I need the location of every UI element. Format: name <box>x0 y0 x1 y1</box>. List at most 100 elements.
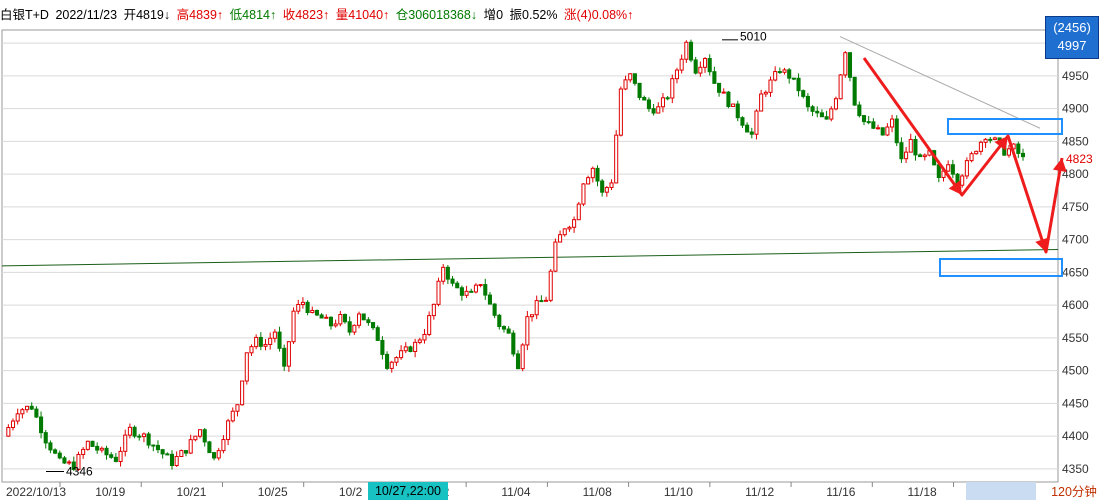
candle-body <box>244 352 249 382</box>
candle-body <box>899 142 904 160</box>
candle-body <box>183 450 189 454</box>
candle-body <box>843 52 848 76</box>
candle-body <box>511 332 516 355</box>
x-tick-label: 11/08 <box>583 485 612 499</box>
candle-body <box>908 138 913 153</box>
candle-body <box>263 343 268 347</box>
candle-body <box>880 127 885 136</box>
candle-body <box>525 316 530 346</box>
candle-body <box>137 435 142 438</box>
candle-body <box>277 331 282 349</box>
x-tick-label: 11/18 <box>908 485 937 499</box>
candle-body <box>324 316 329 319</box>
candle-body <box>717 82 722 93</box>
candle-body <box>146 433 151 446</box>
candle-body <box>455 282 460 289</box>
candle-body <box>34 408 39 418</box>
candle-body <box>53 449 58 454</box>
candle-body <box>960 175 965 186</box>
candle-body <box>586 177 591 185</box>
candle-body <box>562 228 567 236</box>
candle-body <box>974 150 979 155</box>
candle-body <box>399 350 404 359</box>
candle-body <box>721 91 726 94</box>
amplitude: 振0.52% <box>509 8 558 22</box>
candle-body <box>838 74 843 100</box>
price-badge-line2: 4997 <box>1057 38 1087 53</box>
candle-body <box>567 226 572 230</box>
candle-body <box>520 344 525 370</box>
candle-body <box>660 97 665 108</box>
x-tick-label: 10/19 <box>95 485 125 499</box>
price-badge-line1: (2456) <box>1053 20 1091 35</box>
quote-date: 2022/11/23 <box>55 8 118 22</box>
candle-body <box>871 121 876 129</box>
candle-body <box>544 299 549 302</box>
y-tick-label: 4350 <box>1062 462 1089 476</box>
y-tick-label: 4950 <box>1062 69 1089 83</box>
candle-body <box>576 203 581 221</box>
y-tick-label: 4450 <box>1062 396 1089 410</box>
candle-body <box>413 341 418 353</box>
candle-body <box>39 416 44 434</box>
y-tick-label: 4900 <box>1062 102 1089 116</box>
candle-body <box>487 294 492 305</box>
candle-body <box>216 450 221 459</box>
volume: 量41040↑ <box>335 8 390 22</box>
oi-change: 增0 <box>483 8 504 22</box>
candle-body <box>300 301 305 305</box>
candle-body <box>815 110 820 114</box>
x-tick-label: 2022/10/13 <box>6 485 66 499</box>
candle-body <box>268 337 273 345</box>
candle-body <box>132 426 137 437</box>
candle-body <box>141 433 146 438</box>
y-tick-label: 4400 <box>1062 429 1089 443</box>
high-price-label: 5010 <box>740 30 767 44</box>
candle-body <box>198 429 203 437</box>
last-date-highlight <box>966 482 1036 500</box>
candle-body <box>600 180 605 193</box>
candlestick-chart: 4350 4400 4450 4500 4550 4600 4650 4700 4750 4800… <box>1 29 1093 499</box>
candle-body <box>20 409 25 415</box>
candle-body <box>459 287 464 296</box>
y-tick-label: 4800 <box>1062 167 1089 181</box>
candle-body <box>366 319 371 324</box>
cursor-date-label: 10/27,22:00 <box>368 482 448 500</box>
candle-body <box>127 426 132 436</box>
candle-body <box>702 58 708 68</box>
open-interest: 仓306018368↓ <box>395 8 478 22</box>
candle-body <box>155 444 161 451</box>
candle-body <box>824 116 829 120</box>
candle-body <box>913 138 918 156</box>
price-badge: (2456) 4997 <box>1045 16 1099 59</box>
candle-body <box>235 404 240 412</box>
candle-body <box>548 270 553 301</box>
candle-body <box>99 447 104 451</box>
candle-body <box>291 310 296 343</box>
candle-body <box>305 301 310 314</box>
open-price: 开4819↓ <box>123 8 171 22</box>
candle-body <box>25 405 30 411</box>
candle-body <box>698 66 703 74</box>
candle-body <box>885 126 890 136</box>
candle-body <box>501 326 507 330</box>
candle-body <box>866 121 871 124</box>
candle-body <box>810 106 815 112</box>
candle-body <box>978 141 983 152</box>
x-tick-label: 10/25 <box>258 485 288 499</box>
y-tick-label: 4700 <box>1062 233 1089 247</box>
candle-body <box>473 284 478 293</box>
quote-header: 白银T+D 2022/11/23 开4819↓ 高4839↑ 低4814↑ 收4… <box>0 0 1102 30</box>
candle-body <box>464 290 469 296</box>
candle-body <box>193 435 198 441</box>
candle-body <box>875 127 881 130</box>
candle-body <box>497 314 502 328</box>
candle-body <box>674 69 680 80</box>
candle-body <box>796 77 801 92</box>
candle-body <box>417 339 422 343</box>
candle-body <box>679 58 684 71</box>
plot-frame <box>1 29 1059 483</box>
period-selector[interactable]: 120分钟 <box>1046 482 1102 503</box>
candle-body <box>169 453 175 467</box>
candle-body <box>707 58 712 73</box>
